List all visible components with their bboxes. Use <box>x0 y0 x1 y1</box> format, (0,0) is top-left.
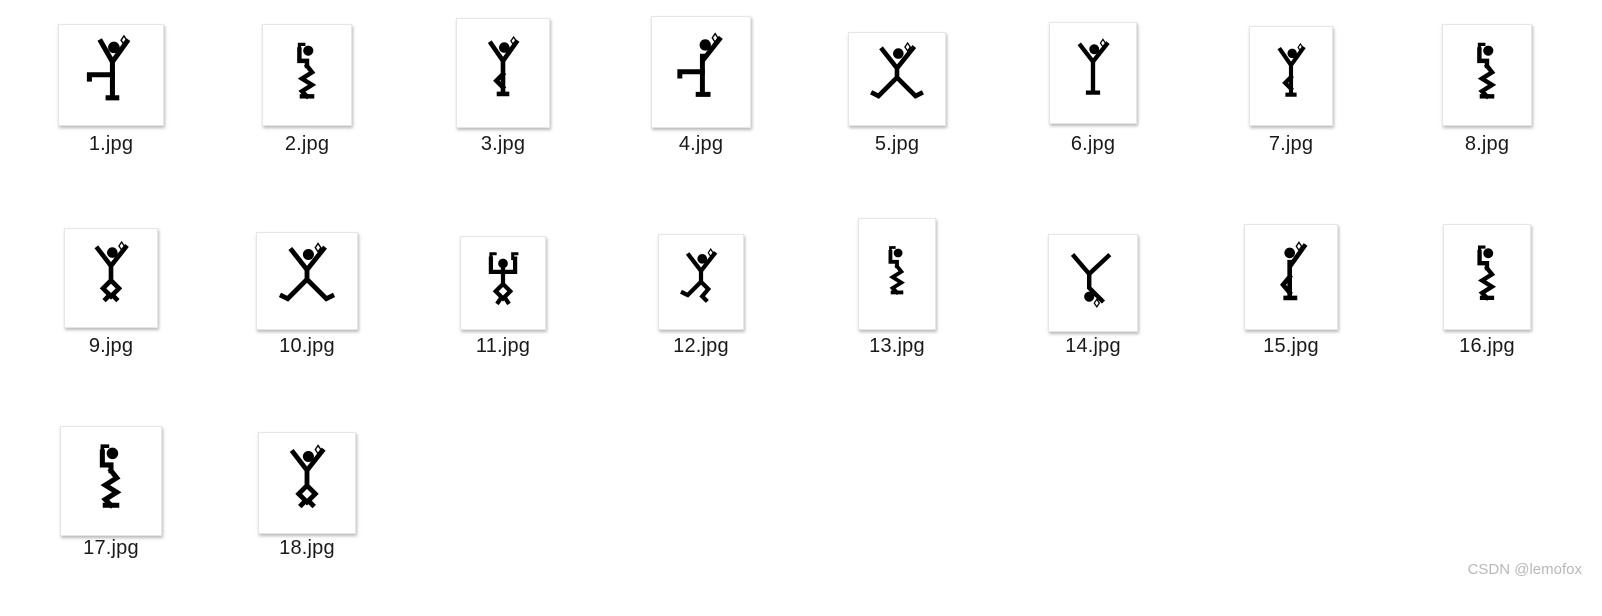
stick-figure-image <box>86 34 131 101</box>
file-name-label: 16.jpg <box>1459 335 1515 357</box>
file-item[interactable]: 3.jpg <box>448 14 558 174</box>
file-item[interactable]: 8.jpg <box>1432 14 1542 174</box>
file-thumbnail[interactable] <box>258 432 356 534</box>
file-thumbnail[interactable] <box>1244 224 1338 330</box>
file-thumbnail[interactable] <box>1048 234 1138 332</box>
file-item[interactable]: 18.jpg <box>252 418 362 578</box>
file-item[interactable]: 5.jpg <box>842 14 952 174</box>
stick-figure-image <box>888 246 905 296</box>
watermark-text: CSDN @lemofox <box>1467 561 1582 578</box>
file-thumbnail[interactable] <box>1249 26 1333 126</box>
file-name-label: 18.jpg <box>279 537 335 559</box>
stick-figure-image <box>94 240 129 303</box>
file-thumbnail[interactable] <box>1049 22 1137 124</box>
file-item[interactable]: 12.jpg <box>646 216 756 376</box>
file-item[interactable]: 9.jpg <box>56 216 166 376</box>
stick-figure-image <box>487 35 520 97</box>
file-name-label: 3.jpg <box>480 133 526 155</box>
file-name-label: 6.jpg <box>1070 133 1116 155</box>
file-name-label: 1.jpg <box>88 133 134 155</box>
stick-figure-image <box>1077 38 1110 95</box>
file-item[interactable]: 17.jpg <box>56 418 166 578</box>
file-name-label: 15.jpg <box>1263 335 1319 357</box>
file-item[interactable]: 16.jpg <box>1432 216 1542 376</box>
stick-figure-image <box>1070 253 1112 309</box>
file-name-label: 17.jpg <box>83 537 139 559</box>
stick-figure-image <box>297 42 317 100</box>
file-thumbnail[interactable] <box>1443 224 1531 330</box>
file-item[interactable]: 10.jpg <box>252 216 362 376</box>
stick-figure-image <box>870 41 924 99</box>
file-item[interactable]: 13.jpg <box>842 216 952 376</box>
file-thumbnail[interactable] <box>658 234 744 330</box>
file-name-label: 8.jpg <box>1464 133 1510 155</box>
stick-figure-image <box>289 444 326 509</box>
file-name-label: 10.jpg <box>279 335 335 357</box>
stick-figure-image <box>488 252 519 306</box>
file-thumbnail[interactable] <box>848 32 946 126</box>
file-item[interactable]: 6.jpg <box>1038 14 1148 174</box>
file-name-label: 4.jpg <box>678 133 724 155</box>
file-thumbnail[interactable] <box>460 236 546 330</box>
file-item[interactable]: 11.jpg <box>448 216 558 376</box>
file-thumbnail[interactable] <box>651 16 751 128</box>
file-item[interactable]: 4.jpg <box>646 14 756 174</box>
file-thumbnail[interactable] <box>60 426 162 536</box>
stick-figure-image <box>677 32 723 97</box>
file-name-label: 7.jpg <box>1268 133 1314 155</box>
file-name-label: 11.jpg <box>475 335 531 357</box>
stick-figure-image <box>1280 241 1308 301</box>
file-thumbnail[interactable] <box>262 24 352 126</box>
file-item[interactable]: 14.jpg <box>1038 216 1148 376</box>
file-thumbnail[interactable] <box>456 18 550 128</box>
file-item[interactable]: 7.jpg <box>1236 14 1346 174</box>
file-name-label: 13.jpg <box>869 335 925 357</box>
file-thumbnail[interactable] <box>64 228 158 328</box>
file-name-label: 14.jpg <box>1065 335 1121 357</box>
file-thumbnail[interactable] <box>256 232 358 330</box>
file-thumbnail[interactable] <box>1442 24 1532 126</box>
file-thumbnail[interactable] <box>858 218 936 330</box>
stick-figure-image <box>1477 245 1497 301</box>
file-name-label: 5.jpg <box>874 133 920 155</box>
stick-figure-image <box>99 444 122 509</box>
stick-figure-image <box>1277 42 1306 97</box>
file-name-label: 12.jpg <box>673 335 729 357</box>
file-name-label: 9.jpg <box>88 335 134 357</box>
stick-figure-image <box>1477 42 1497 100</box>
file-item[interactable]: 15.jpg <box>1236 216 1346 376</box>
stick-figure-image <box>680 248 718 303</box>
stick-figure-image <box>278 242 336 302</box>
file-item[interactable]: 1.jpg <box>56 14 166 174</box>
file-item[interactable]: 2.jpg <box>252 14 362 174</box>
file-thumbnail[interactable] <box>58 24 164 126</box>
file-name-label: 2.jpg <box>284 133 330 155</box>
